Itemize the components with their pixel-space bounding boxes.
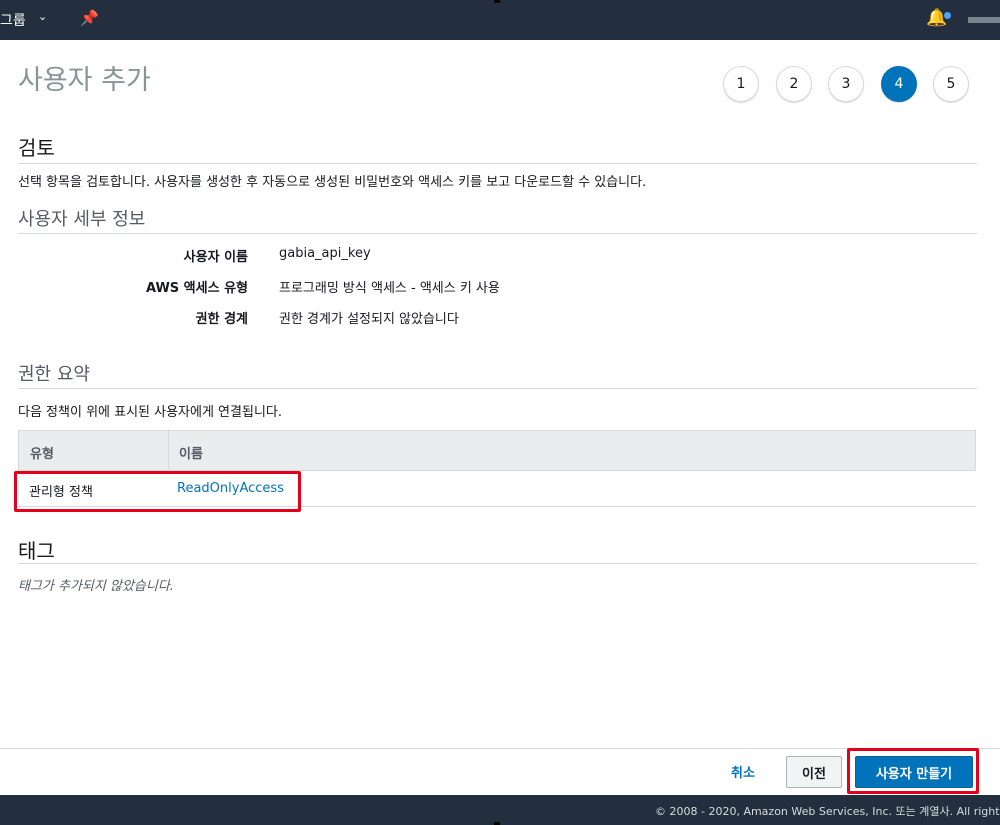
table-header: 유형 이름 [18,430,976,472]
window-edge-mark [494,0,500,3]
highlight-box-policy [14,471,301,512]
divider [18,163,977,164]
review-description: 선택 항목을 검토합니다. 사용자를 생성한 후 자동으로 생성된 비밀번호와 … [18,175,647,190]
highlight-box-create [847,748,979,794]
review-heading: 검토 [18,136,55,160]
top-navigation-bar: 그룹 ⌄ 📌 🔔 [0,0,1000,40]
column-header-name[interactable]: 이름 [179,443,203,462]
divider [18,388,977,389]
username-label: 사용자 이름 [183,250,248,265]
notification-dot [944,12,951,19]
permissions-summary-heading: 권한 요약 [18,364,90,385]
user-details-heading: 사용자 세부 정보 [18,209,146,230]
tags-empty-text: 태그가 추가되지 않았습니다. [18,579,174,594]
divider [18,563,977,564]
access-type-value: 프로그래밍 방식 액세스 - 액세스 키 사용 [279,281,500,296]
divider [18,233,977,234]
pin-icon[interactable]: 📌 [80,9,99,27]
step-5[interactable]: 5 [933,66,969,102]
copyright-text: © 2008 - 2020, Amazon Web Services, Inc.… [655,805,1000,818]
column-divider [168,431,169,472]
step-3[interactable]: 3 [828,66,864,102]
access-type-label: AWS 액세스 유형 [145,281,248,296]
step-4-active[interactable]: 4 [881,66,917,102]
bell-icon[interactable]: 🔔 [926,8,947,28]
step-2[interactable]: 2 [776,66,812,102]
cancel-link[interactable]: 취소 [731,762,755,781]
account-menu[interactable] [968,17,1000,23]
permissions-description: 다음 정책이 위에 표시된 사용자에게 연결됩니다. [18,405,282,420]
group-menu-label[interactable]: 그룹 [0,10,26,30]
username-value: gabia_api_key [279,246,371,261]
column-header-type[interactable]: 유형 [30,443,54,462]
chevron-down-icon[interactable]: ⌄ [38,10,47,23]
page-title: 사용자 추가 [18,65,151,96]
tags-heading: 태그 [18,539,55,563]
permissions-boundary-label: 권한 경계 [195,312,248,327]
step-1[interactable]: 1 [723,66,759,102]
permissions-boundary-value: 권한 경계가 설정되지 않았습니다 [279,312,459,327]
previous-button[interactable]: 이전 [786,756,842,788]
